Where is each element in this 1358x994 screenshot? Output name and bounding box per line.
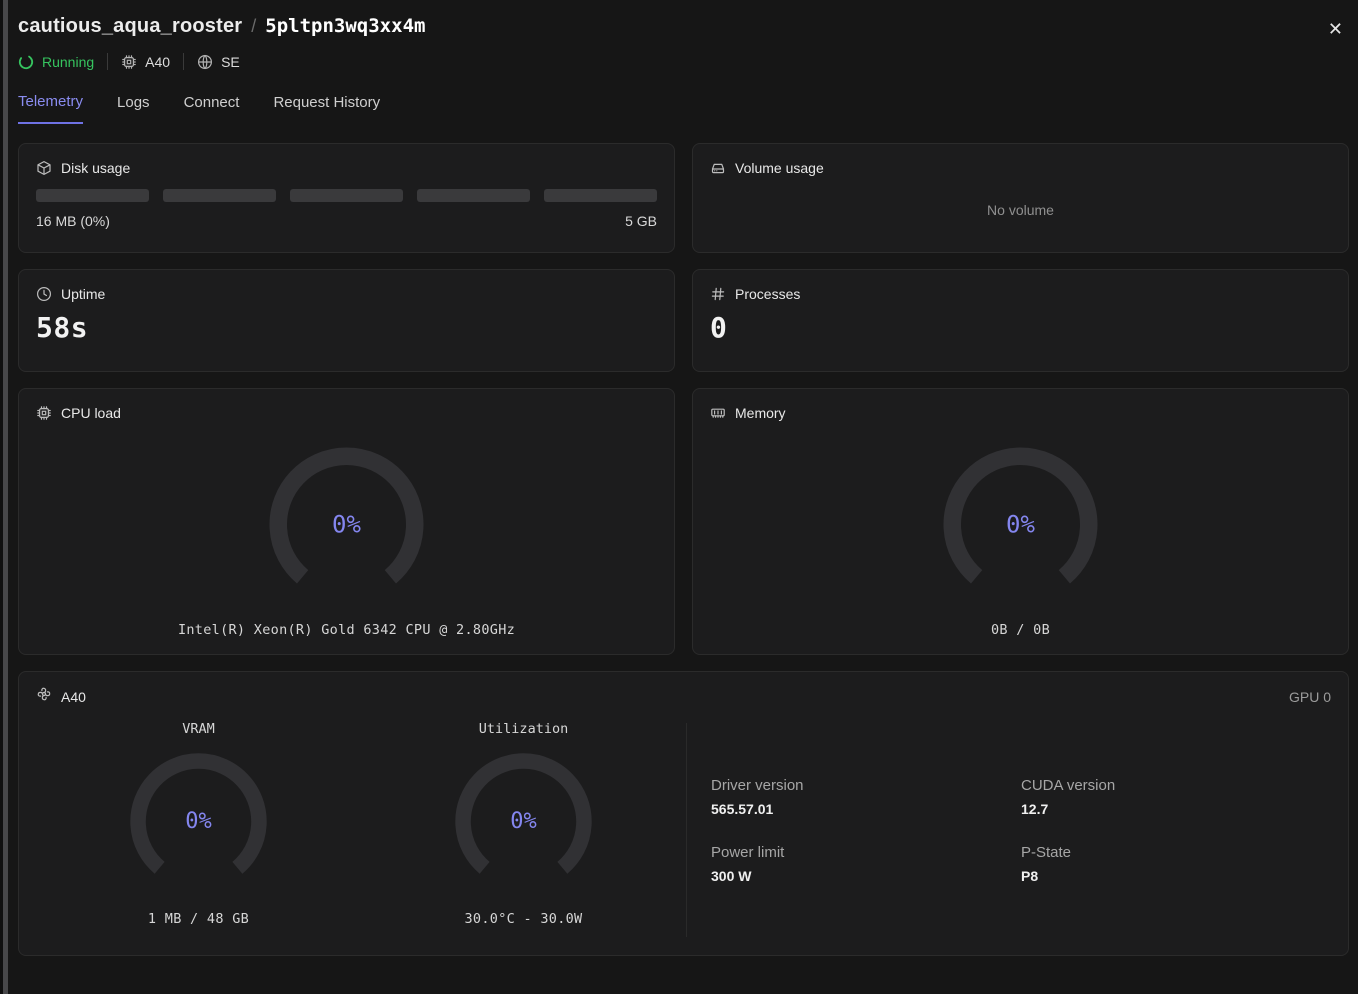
hash-icon — [710, 286, 726, 302]
card-title: Memory — [735, 405, 786, 421]
card-title: Processes — [735, 286, 801, 302]
disk-segment — [163, 189, 276, 202]
volume-empty-text: No volume — [987, 202, 1054, 218]
telemetry-grid: Disk usage 16 MB (0%) 5 GB Volume usage … — [18, 143, 1349, 655]
card-title: Disk usage — [61, 160, 131, 176]
uptime-value: 58s — [36, 311, 89, 344]
tab-telemetry[interactable]: Telemetry — [18, 93, 84, 124]
volume-usage-card: Volume usage No volume — [692, 143, 1349, 253]
vram-usage-text: 1 MB / 48 GB — [147, 911, 250, 927]
gpu-detail-item: P-State P8 — [1021, 844, 1331, 884]
region-label: SE — [221, 53, 240, 70]
cpu-load-card: CPU load 0% Intel(R) Xeon(R) Gold 6342 C… — [18, 388, 675, 655]
temp-power-text: 30.0°C - 30.0W — [464, 911, 583, 927]
detail-label: P-State — [1021, 843, 1072, 861]
processes-header: Processes — [710, 286, 1331, 302]
cpu-load-header: CPU load — [36, 405, 657, 421]
spinner-icon — [18, 54, 34, 70]
detail-value: 565.57.01 — [711, 800, 774, 817]
cpu-gauge-percent: 0% — [332, 509, 361, 538]
tab-bar: Telemetry Logs Connect Request History — [18, 93, 1349, 124]
disk-usage-bar — [36, 189, 657, 202]
memory-gauge: 0% — [933, 437, 1108, 612]
detail-value: P8 — [1021, 867, 1039, 884]
gpu-card-header: A40 GPU 0 — [36, 686, 1331, 707]
disk-segment — [544, 189, 657, 202]
gpu-detail-item: Driver version 565.57.01 — [711, 777, 1021, 817]
breadcrumb-separator: / — [251, 16, 257, 36]
vram-gauge-percent: 0% — [185, 808, 212, 834]
memory-card: Memory 0% 0B / 0B — [692, 388, 1349, 655]
globe-icon — [197, 54, 213, 70]
card-title: Volume usage — [735, 160, 824, 176]
utilization-gauge: 0% — [446, 744, 601, 899]
memory-icon — [710, 405, 726, 421]
vram-label: VRAM — [182, 721, 215, 737]
gpu-index-label: GPU 0 — [1288, 688, 1331, 705]
cpu-gauge: 0% — [259, 437, 434, 612]
processes-value: 0 — [710, 311, 728, 344]
utilization-gauge-block: Utilization 0% 30.0°C - 30.0W — [361, 721, 686, 939]
detail-label: CUDA version — [1021, 776, 1116, 794]
status-badge: Running — [18, 54, 94, 70]
disk-usage-card: Disk usage 16 MB (0%) 5 GB — [18, 143, 675, 253]
detail-label: Driver version — [711, 776, 804, 794]
box-icon — [36, 160, 52, 176]
region-chip: SE — [197, 54, 240, 70]
gpu-title: A40 — [61, 688, 86, 705]
status-row: Running A40 SE — [18, 53, 1349, 70]
gpu-gauges: VRAM 0% 1 MB / 48 GB Utilization 0% 30.0… — [36, 721, 686, 939]
instance-id: 5pltpn3wq3xx4m — [265, 15, 426, 37]
gpu-type-chip: A40 — [121, 54, 170, 70]
disk-usage-values: 16 MB (0%) 5 GB — [36, 213, 657, 229]
close-icon[interactable]: ✕ — [1326, 18, 1345, 40]
volume-usage-header: Volume usage — [710, 160, 1331, 176]
disk-total-value: 5 GB — [625, 213, 657, 229]
chip-icon — [36, 405, 52, 421]
detail-value: 12.7 — [1021, 800, 1049, 817]
gpu-card: A40 GPU 0 VRAM 0% 1 MB / 48 GB Utilizati… — [18, 671, 1349, 956]
gpu-detail-item: Power limit 300 W — [711, 844, 1021, 884]
status-label: Running — [42, 53, 95, 70]
detail-value: 300 W — [711, 867, 752, 884]
uptime-card: Uptime 58s — [18, 269, 675, 372]
status-divider — [183, 53, 185, 70]
tab-request-history[interactable]: Request History — [273, 93, 380, 124]
gpu-detail-item: CUDA version 12.7 — [1021, 777, 1331, 817]
disk-segment — [290, 189, 403, 202]
gpu-details-grid: Driver version 565.57.01 CUDA version 12… — [687, 721, 1331, 939]
memory-usage-text: 0B / 0B — [991, 622, 1050, 638]
disk-usage-header: Disk usage — [36, 160, 657, 176]
memory-gauge-percent: 0% — [1006, 509, 1035, 538]
disk-used-value: 16 MB (0%) — [36, 213, 110, 229]
disk-segment — [417, 189, 530, 202]
gpu-type-label: A40 — [145, 53, 171, 70]
uptime-header: Uptime — [36, 286, 657, 302]
card-title: Uptime — [61, 286, 106, 302]
tab-connect[interactable]: Connect — [184, 93, 240, 124]
vram-gauge-block: VRAM 0% 1 MB / 48 GB — [36, 721, 361, 939]
disk-segment — [36, 189, 149, 202]
telemetry-modal: cautious_aqua_rooster / 5pltpn3wq3xx4m ✕… — [18, 0, 1349, 956]
vram-gauge: 0% — [121, 744, 276, 899]
memory-header: Memory — [710, 405, 1331, 421]
tab-logs[interactable]: Logs — [117, 93, 150, 124]
pod-name: cautious_aqua_rooster — [18, 15, 243, 37]
utilization-gauge-percent: 0% — [510, 808, 537, 834]
utilization-label: Utilization — [478, 721, 569, 737]
chip-icon — [121, 54, 137, 70]
detail-label: Power limit — [711, 843, 785, 861]
gpu-card-body: VRAM 0% 1 MB / 48 GB Utilization 0% 30.0… — [36, 721, 1331, 939]
gpu-fan-icon — [36, 686, 52, 707]
modal-header: cautious_aqua_rooster / 5pltpn3wq3xx4m ✕ — [18, 0, 1349, 38]
hard-drive-icon — [710, 160, 726, 176]
breadcrumb: cautious_aqua_rooster / 5pltpn3wq3xx4m — [18, 15, 425, 38]
status-divider — [107, 53, 109, 70]
cpu-model-text: Intel(R) Xeon(R) Gold 6342 CPU @ 2.80GHz — [177, 622, 516, 638]
processes-card: Processes 0 — [692, 269, 1349, 372]
clock-icon — [36, 286, 52, 302]
page-scrollbar[interactable] — [3, 0, 8, 994]
card-title: CPU load — [61, 405, 121, 421]
